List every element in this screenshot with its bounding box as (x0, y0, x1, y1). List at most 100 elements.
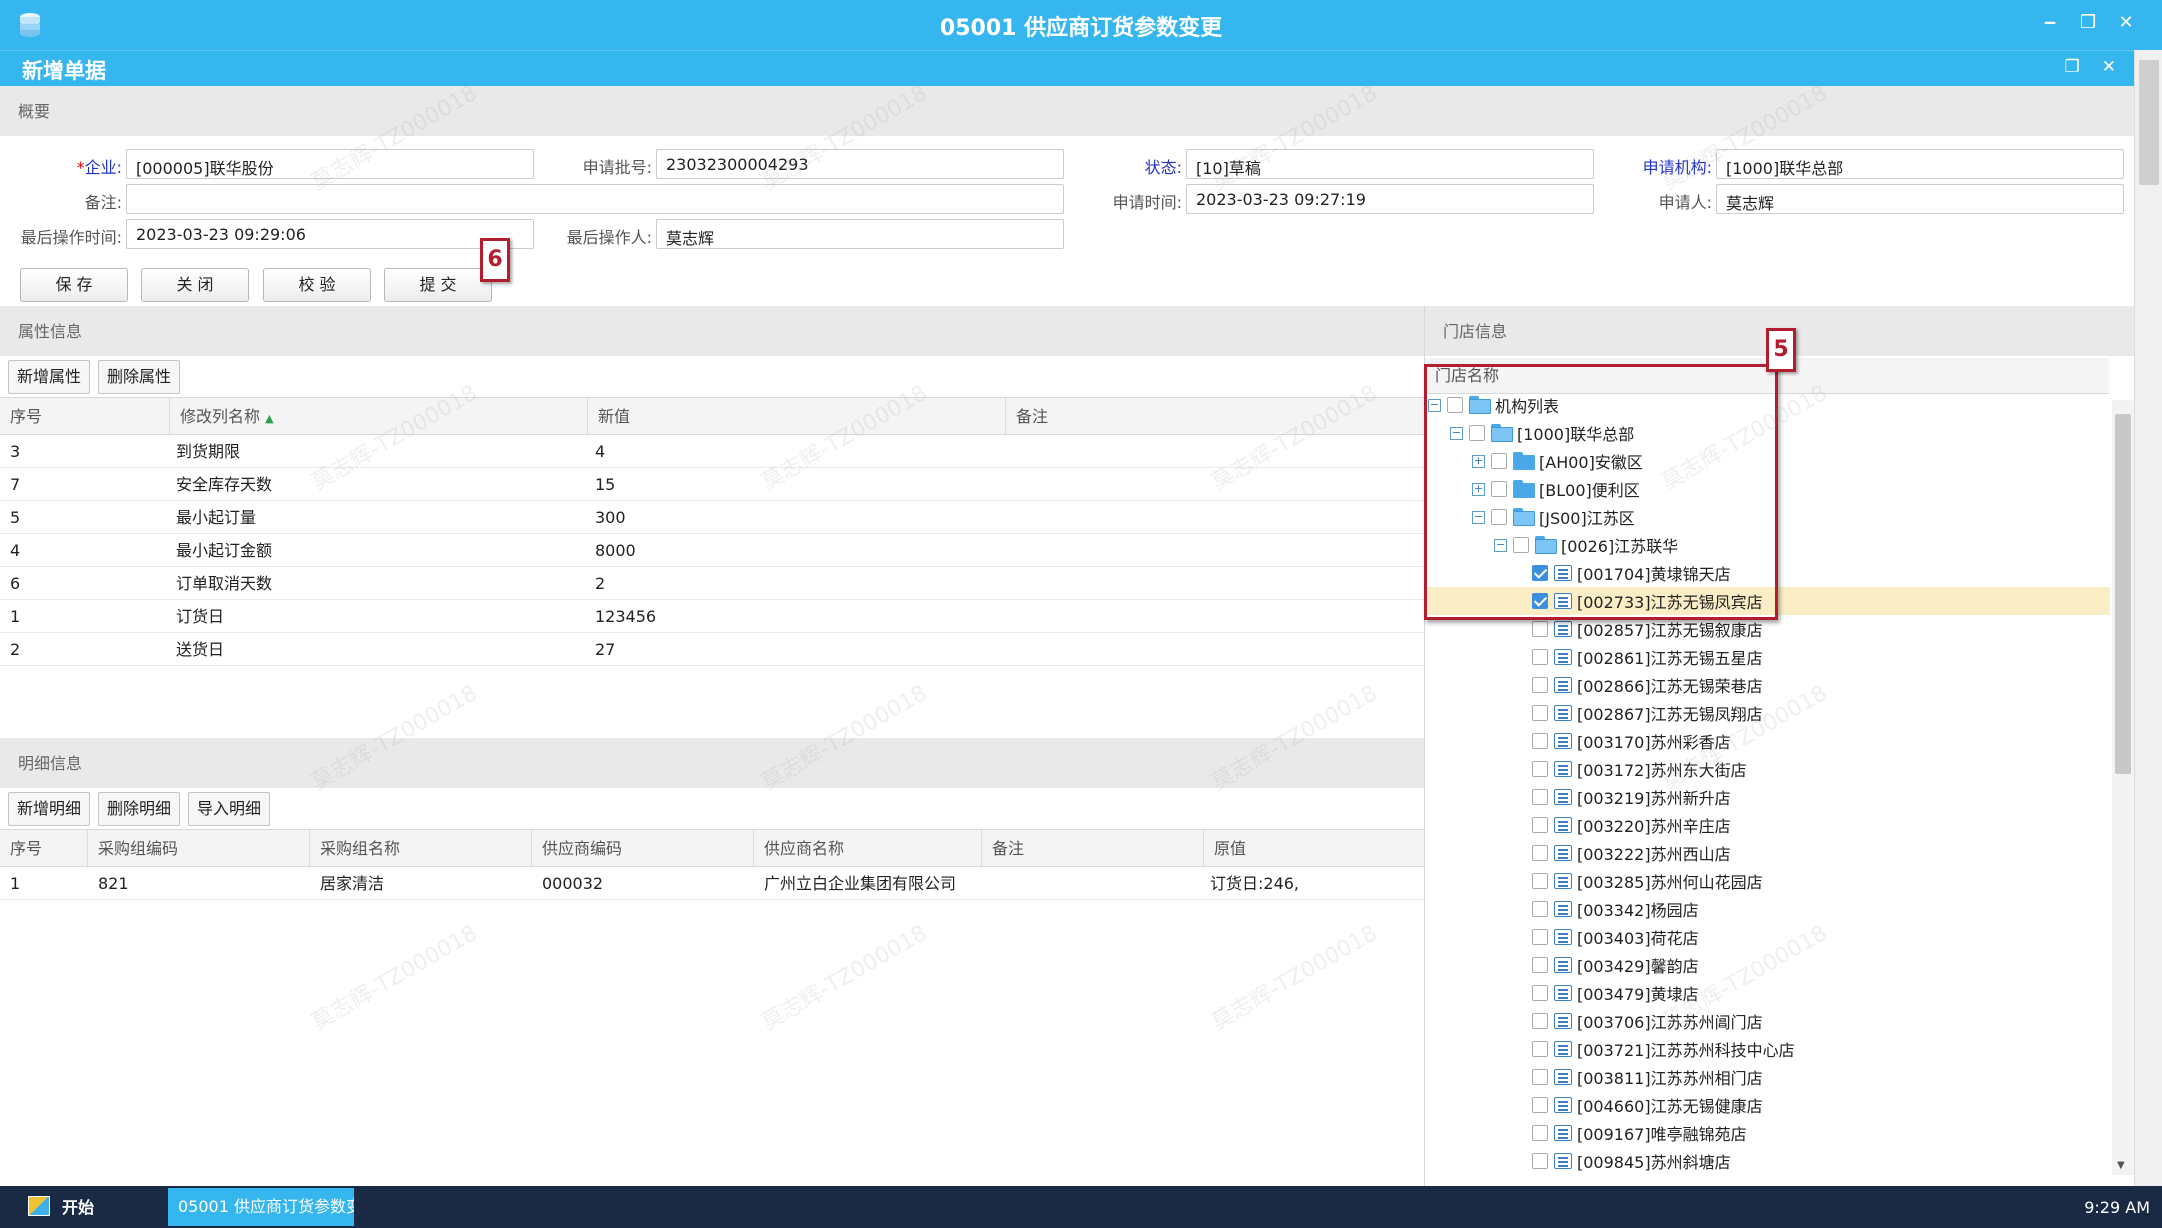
doc-close-icon[interactable]: ✕ (2102, 57, 2116, 77)
checkbox[interactable] (1532, 817, 1548, 833)
close-button[interactable]: 关 闭 (141, 268, 249, 302)
cell-value: 123456 (595, 607, 657, 626)
col-new-value[interactable]: 新值 (588, 398, 1006, 436)
checkbox[interactable] (1532, 1125, 1548, 1141)
minimize-icon[interactable]: ‒ (2042, 12, 2058, 33)
col-detail-no[interactable]: 序号 (0, 830, 88, 868)
add-attribute-button[interactable]: 新增属性 (8, 360, 91, 394)
restore-icon[interactable]: ❐ (2080, 12, 2096, 33)
main-scrollbar-thumb[interactable] (2139, 60, 2159, 185)
delete-detail-button[interactable]: 删除明细 (98, 792, 181, 826)
checkbox[interactable] (1532, 1069, 1548, 1085)
table-row[interactable]: 2 送货日 27 (0, 633, 1424, 666)
cell-value: 27 (595, 640, 616, 659)
details-heading: 明细信息 (0, 738, 1424, 788)
col-attr-name[interactable]: 修改列名称 ▲ (170, 398, 588, 436)
verify-button[interactable]: 校 验 (263, 268, 371, 302)
tree-node-store[interactable]: [002867]江苏无锡凤翔店 (1532, 699, 1763, 727)
table-row[interactable]: 7 安全库存天数 15 (0, 468, 1424, 501)
checkbox[interactable] (1532, 929, 1548, 945)
tree-node-store[interactable]: [003403]荷花店 (1532, 923, 1699, 951)
col-group-name[interactable]: 采购组名称 (310, 830, 532, 868)
col-group-code[interactable]: 采购组编码 (88, 830, 310, 868)
tree-node-store[interactable]: [009845]苏州斜塘店 (1532, 1147, 1731, 1175)
table-row[interactable]: 1 订货日 123456 (0, 600, 1424, 633)
checkbox[interactable] (1532, 705, 1548, 721)
sort-asc-icon: ▲ (265, 412, 274, 425)
delete-attribute-button[interactable]: 删除属性 (98, 360, 181, 394)
tree-scrollbar[interactable]: ▼ (2112, 400, 2134, 1175)
main-scrollbar[interactable] (2134, 50, 2162, 1186)
checkbox[interactable] (1532, 677, 1548, 693)
col-detail-remark[interactable]: 备注 (982, 830, 1204, 868)
tree-node-store[interactable]: [009167]唯亭融锦苑店 (1532, 1119, 1747, 1147)
table-row[interactable]: 1 821 居家清洁 000032 广州立白企业集团有限公司 订货日:246, (0, 867, 1424, 900)
checkbox[interactable] (1532, 1153, 1548, 1169)
tree-node-store[interactable]: [003479]黄埭店 (1532, 979, 1699, 1007)
tree-node-store[interactable]: [003342]杨园店 (1532, 895, 1699, 923)
tree-node-store[interactable]: [003721]江苏苏州科技中心店 (1532, 1035, 1795, 1063)
status-field[interactable]: [10]草稿 (1186, 149, 1594, 179)
window-title: 05001 供应商订货参数变更 (939, 16, 1223, 41)
close-icon[interactable]: ✕ (2118, 12, 2134, 33)
batch-no-field[interactable]: 23032300004293 (656, 149, 1064, 179)
tree-node-store[interactable]: [003219]苏州新升店 (1532, 783, 1731, 811)
table-row[interactable]: 6 订单取消天数 2 (0, 567, 1424, 600)
tree-node-store[interactable]: [003285]苏州何山花园店 (1532, 867, 1763, 895)
checkbox[interactable] (1532, 957, 1548, 973)
tree-node-store[interactable]: [002866]江苏无锡荣巷店 (1532, 671, 1763, 699)
org-field[interactable]: [1000]联华总部 (1716, 149, 2124, 179)
col-no[interactable]: 序号 (0, 398, 170, 436)
import-detail-button[interactable]: 导入明细 (188, 792, 271, 826)
tree-node-store[interactable]: [003172]苏州东大街店 (1532, 755, 1747, 783)
last-operator-field[interactable]: 莫志辉 (656, 219, 1064, 249)
cell-remark (1006, 567, 1016, 600)
checkbox[interactable] (1532, 733, 1548, 749)
cell-name: 订单取消天数 (176, 574, 273, 593)
tree-node-store[interactable]: [003811]江苏苏州相门店 (1532, 1063, 1763, 1091)
cell-value: 8000 (595, 541, 636, 560)
checkbox[interactable] (1532, 901, 1548, 917)
tree-node-store[interactable]: [002861]江苏无锡五星店 (1532, 643, 1763, 671)
save-button[interactable]: 保 存 (20, 268, 128, 302)
cell-remark (982, 867, 992, 900)
tree-node-store[interactable]: [003706]江苏苏州阊门店 (1532, 1007, 1763, 1035)
checkbox[interactable] (1532, 1013, 1548, 1029)
checkbox[interactable] (1532, 845, 1548, 861)
taskbar-window-item[interactable]: 05001 供应商订货参数变 (168, 1188, 354, 1226)
company-field[interactable]: [000005]联华股份 (126, 149, 534, 179)
cell-no: 1 (10, 874, 21, 893)
tree-node-store[interactable]: [003220]苏州辛庄店 (1532, 811, 1731, 839)
submit-button[interactable]: 提 交 (384, 268, 492, 302)
checkbox[interactable] (1532, 985, 1548, 1001)
doc-restore-icon[interactable]: ❐ (2065, 57, 2080, 77)
tree-node-store[interactable]: [003170]苏州彩香店 (1532, 727, 1731, 755)
table-row[interactable]: 5 最小起订量 300 (0, 501, 1424, 534)
tree-node-store[interactable]: [003222]苏州西山店 (1532, 839, 1731, 867)
col-original[interactable]: 原值 (1204, 830, 1424, 868)
scroll-down-icon[interactable]: ▼ (2117, 1160, 2125, 1171)
checkbox[interactable] (1532, 1097, 1548, 1113)
checkbox[interactable] (1532, 621, 1548, 637)
tree-scrollbar-thumb[interactable] (2115, 414, 2131, 774)
table-row[interactable]: 4 最小起订金额 8000 (0, 534, 1424, 567)
start-button[interactable]: 开始 (28, 1194, 94, 1218)
tree-node-store[interactable]: [004660]江苏无锡健康店 (1532, 1091, 1763, 1119)
tree-label: [009845]苏州斜塘店 (1577, 1153, 1731, 1172)
checkbox[interactable] (1532, 649, 1548, 665)
checkbox[interactable] (1532, 789, 1548, 805)
checkbox[interactable] (1532, 1041, 1548, 1057)
checkbox[interactable] (1532, 873, 1548, 889)
tree-node-store[interactable]: [003429]馨韵店 (1532, 951, 1699, 979)
last-op-time-field[interactable]: 2023-03-23 09:29:06 (126, 219, 534, 249)
checkbox[interactable] (1532, 761, 1548, 777)
attributes-heading: 属性信息 (0, 306, 1424, 356)
add-detail-button[interactable]: 新增明细 (8, 792, 91, 826)
col-supplier-name[interactable]: 供应商名称 (754, 830, 982, 868)
col-supplier-code[interactable]: 供应商编码 (532, 830, 754, 868)
apply-time-field[interactable]: 2023-03-23 09:27:19 (1186, 184, 1594, 214)
remark-field[interactable] (126, 184, 1064, 214)
table-row[interactable]: 3 到货期限 4 (0, 435, 1424, 468)
col-remark[interactable]: 备注 (1006, 398, 1424, 436)
applicant-field[interactable]: 莫志辉 (1716, 184, 2124, 214)
